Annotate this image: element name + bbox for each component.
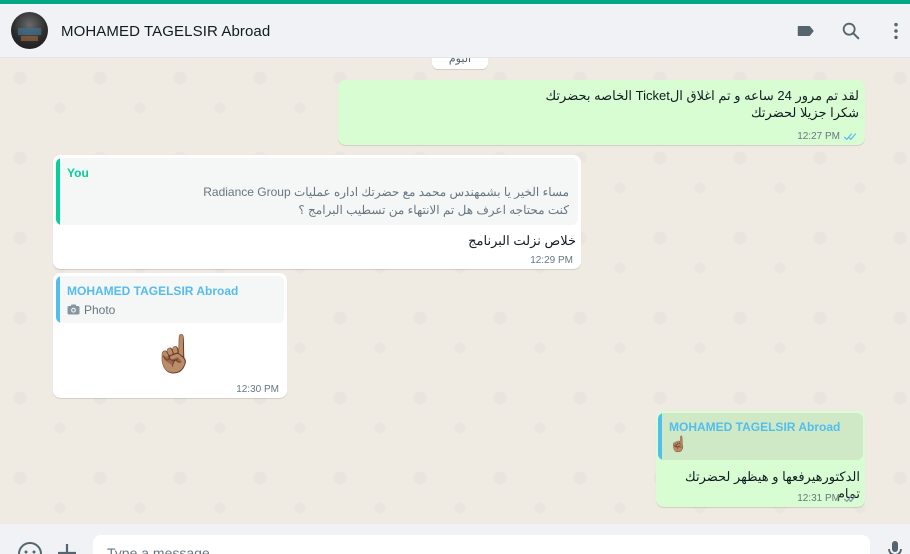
- emoji-icon[interactable]: [17, 541, 43, 554]
- camera-icon: [67, 304, 80, 315]
- message-bubble[interactable]: You مساء الخير يا بشمهندس محمد مع حضرتك …: [53, 155, 581, 269]
- menu-icon[interactable]: [885, 20, 907, 42]
- search-icon[interactable]: [840, 20, 862, 42]
- date-chip: اليوم: [432, 58, 488, 69]
- avatar[interactable]: [11, 12, 48, 49]
- quoted-message[interactable]: MOHAMED TAGELSIR Abroad ☝🏽: [658, 413, 863, 460]
- message-time: 12:31 PM: [797, 493, 840, 504]
- emoji-message: ☝🏽: [152, 333, 197, 374]
- quote-text: Photo: [84, 303, 116, 317]
- message-time: 12:30 PM: [236, 384, 279, 395]
- quote-line: مساء الخير يا بشمهندس محمد مع حضرتك ادار…: [203, 185, 569, 199]
- message-bubble[interactable]: MOHAMED TAGELSIR Abroad ☝🏽 الدكتورهيرفعه…: [656, 411, 865, 507]
- message-time: 12:27 PM: [797, 131, 840, 142]
- read-ticks-icon: [843, 133, 857, 141]
- message-meta: 12:30 PM: [236, 384, 279, 395]
- microphone-icon[interactable]: [886, 540, 904, 554]
- attach-icon[interactable]: [56, 542, 78, 554]
- delivered-ticks-icon: [843, 495, 857, 503]
- quote-author: You: [67, 166, 89, 180]
- message-time: 12:29 PM: [530, 255, 573, 266]
- message-meta: 12:29 PM: [530, 255, 573, 266]
- message-bubble[interactable]: MOHAMED TAGELSIR Abroad Photo ☝🏽 12:30 P…: [53, 273, 287, 398]
- message-meta: 12:31 PM: [797, 493, 857, 504]
- message-line: لقد تم مرور 24 ساعه و تم اغلاق الTicket …: [545, 88, 859, 103]
- quoted-message[interactable]: You مساء الخير يا بشمهندس محمد مع حضرتك …: [56, 158, 578, 225]
- contact-name[interactable]: MOHAMED TAGELSIR Abroad: [61, 23, 270, 40]
- quoted-message[interactable]: MOHAMED TAGELSIR Abroad Photo: [56, 276, 284, 323]
- message-text: خلاص نزلت البرنامج: [468, 233, 576, 248]
- quote-author: MOHAMED TAGELSIR Abroad: [67, 284, 239, 298]
- quote-emoji: ☝🏽: [669, 436, 688, 453]
- message-input[interactable]: [93, 535, 870, 554]
- chat-header[interactable]: MOHAMED TAGELSIR Abroad: [0, 4, 910, 58]
- message-bubble[interactable]: لقد تم مرور 24 ساعه و تم اغلاق الTicket …: [338, 80, 865, 145]
- quote-author: MOHAMED TAGELSIR Abroad: [669, 420, 841, 434]
- composer-bar[interactable]: [0, 524, 910, 554]
- chat-panel[interactable]: اليوم لقد تم مرور 24 ساعه و تم اغلاق الT…: [0, 58, 910, 524]
- label-icon[interactable]: [795, 20, 817, 42]
- quote-line: كنت محتاجه اعرف هل تم الانتهاء من تسطيب …: [298, 203, 569, 217]
- message-meta: 12:27 PM: [797, 131, 857, 142]
- message-line: شكرا جزيلا لحضرتك: [750, 105, 859, 120]
